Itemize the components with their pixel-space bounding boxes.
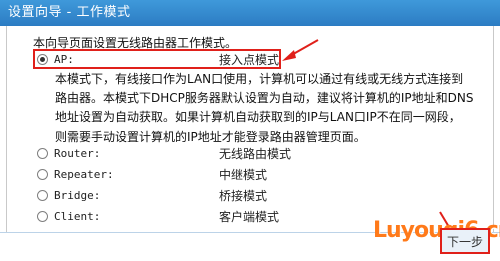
arrow-to-ap-icon [282, 39, 319, 61]
next-button[interactable]: 下一步 [440, 228, 490, 254]
